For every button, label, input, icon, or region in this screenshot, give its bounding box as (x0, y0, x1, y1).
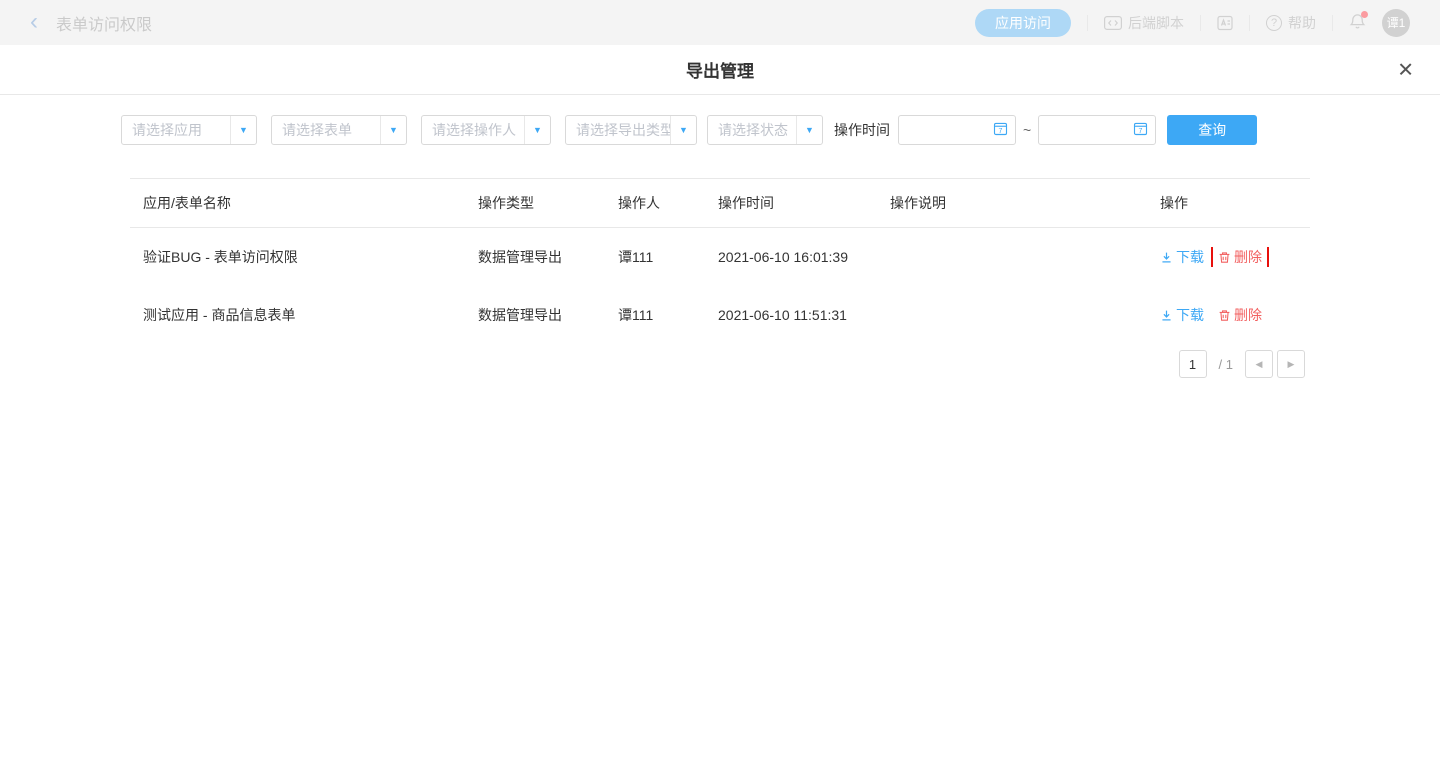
col-header-type: 操作类型 (465, 193, 605, 213)
export-table: 应用/表单名称 操作类型 操作人 操作时间 操作说明 操作 验证BUG - 表单… (130, 178, 1310, 344)
avatar-text: 谭1 (1387, 14, 1406, 31)
select-form[interactable]: 请选择表单 ▼ (271, 115, 407, 145)
row-operation-time: 2021-06-10 11:51:31 (705, 307, 877, 323)
divider (1200, 15, 1201, 31)
col-header-note: 操作说明 (877, 193, 1147, 213)
select-operator-placeholder: 请选择操作人 (422, 116, 524, 144)
time-range-label: 操作时间 (834, 120, 890, 140)
pagination: 1 / 1 ◀ ▶ (0, 350, 1305, 378)
chevron-down-icon: ▼ (670, 116, 696, 144)
prev-page-button[interactable]: ◀ (1245, 350, 1273, 378)
select-operator[interactable]: 请选择操作人 ▼ (421, 115, 551, 145)
app-grid-icon (1217, 15, 1233, 31)
calendar-icon: 7 (993, 121, 1008, 139)
topbar: ‹ 表单访问权限 应用访问 后端脚本 (0, 0, 1440, 45)
delete-label: 删除 (1234, 305, 1262, 325)
chevron-left-icon: ◀ (1256, 359, 1263, 370)
date-to-input[interactable]: 7 (1038, 115, 1156, 145)
download-button[interactable]: 下载 (1160, 247, 1204, 267)
table-body: 验证BUG - 表单访问权限 数据管理导出 谭111 2021-06-10 16… (130, 228, 1310, 344)
col-header-name: 应用/表单名称 (130, 193, 465, 213)
svg-text:7: 7 (999, 128, 1003, 135)
row-operation-time: 2021-06-10 16:01:39 (705, 249, 877, 265)
close-icon[interactable]: ✕ (1397, 57, 1414, 82)
download-icon (1160, 309, 1173, 322)
col-header-operator: 操作人 (605, 193, 705, 213)
chevron-down-icon: ▼ (796, 116, 822, 144)
chevron-down-icon: ▼ (524, 116, 550, 144)
select-status[interactable]: 请选择状态 ▼ (707, 115, 823, 145)
col-header-time: 操作时间 (705, 193, 877, 213)
page-number-input[interactable]: 1 (1179, 350, 1207, 378)
notification-button[interactable] (1349, 13, 1366, 33)
divider (1087, 15, 1088, 31)
notification-dot (1361, 11, 1368, 18)
app-access-label: 应用访问 (995, 13, 1051, 33)
next-page-button[interactable]: ▶ (1277, 350, 1305, 378)
svg-text:7: 7 (1139, 128, 1143, 135)
search-button[interactable]: 查询 (1167, 115, 1257, 145)
select-app-placeholder: 请选择应用 (122, 116, 230, 144)
download-icon (1160, 251, 1173, 264)
backend-script-label: 后端脚本 (1128, 13, 1184, 33)
modal-title: 导出管理 (686, 57, 754, 82)
code-icon (1104, 16, 1122, 30)
modal-header: 导出管理 ✕ (0, 45, 1440, 95)
trash-icon (1218, 309, 1231, 322)
row-operation-type: 数据管理导出 (465, 247, 605, 267)
help-icon: ? (1266, 15, 1282, 31)
select-app[interactable]: 请选择应用 ▼ (121, 115, 257, 145)
divider (1332, 15, 1333, 31)
table-row: 测试应用 - 商品信息表单 数据管理导出 谭111 2021-06-10 11:… (130, 286, 1310, 344)
row-app-form-name: 验证BUG - 表单访问权限 (130, 247, 465, 267)
row-actions: 下载 删除 (1147, 305, 1310, 325)
app-access-button[interactable]: 应用访问 (975, 9, 1071, 37)
table-header: 应用/表单名称 操作类型 操作人 操作时间 操作说明 操作 (130, 178, 1310, 228)
delete-button[interactable]: 删除 (1218, 247, 1262, 267)
chevron-down-icon: ▼ (230, 116, 256, 144)
select-export-type[interactable]: 请选择导出类型 ▼ (565, 115, 697, 145)
filter-bar: 请选择应用 ▼ 请选择表单 ▼ 请选择操作人 ▼ 请选择导出类型 ▼ 请选择状态… (121, 115, 1440, 145)
help-button[interactable]: ? 帮助 (1266, 13, 1316, 33)
download-label: 下载 (1176, 305, 1204, 325)
chevron-right-icon: ▶ (1288, 359, 1295, 370)
calendar-icon: 7 (1133, 121, 1148, 139)
row-operation-type: 数据管理导出 (465, 305, 605, 325)
delete-button[interactable]: 删除 (1218, 305, 1262, 325)
download-label: 下载 (1176, 247, 1204, 267)
row-operator: 谭111 (605, 247, 705, 267)
topbar-menu: 应用访问 后端脚本 ? 帮助 (975, 9, 1424, 37)
back-chevron-icon[interactable]: ‹ (30, 10, 38, 34)
date-from-input[interactable]: 7 (898, 115, 1016, 145)
select-export-type-placeholder: 请选择导出类型 (566, 116, 670, 144)
page-total-label: / 1 (1219, 357, 1233, 372)
select-status-placeholder: 请选择状态 (708, 116, 796, 144)
chevron-down-icon: ▼ (380, 116, 406, 144)
select-form-placeholder: 请选择表单 (272, 116, 380, 144)
row-operator: 谭111 (605, 305, 705, 325)
backend-script-button[interactable]: 后端脚本 (1104, 13, 1184, 33)
download-button[interactable]: 下载 (1160, 305, 1204, 325)
divider (1249, 15, 1250, 31)
col-header-actions: 操作 (1147, 193, 1310, 213)
avatar[interactable]: 谭1 (1382, 9, 1410, 37)
page-title: 表单访问权限 (56, 11, 152, 35)
app-center-button[interactable] (1217, 15, 1233, 31)
row-app-form-name: 测试应用 - 商品信息表单 (130, 305, 465, 325)
delete-label: 删除 (1234, 247, 1262, 267)
trash-icon (1218, 251, 1231, 264)
date-separator: ~ (1023, 122, 1031, 138)
row-actions: 下载 删除 (1147, 247, 1310, 267)
help-label: 帮助 (1288, 13, 1316, 33)
table-row: 验证BUG - 表单访问权限 数据管理导出 谭111 2021-06-10 16… (130, 228, 1310, 286)
